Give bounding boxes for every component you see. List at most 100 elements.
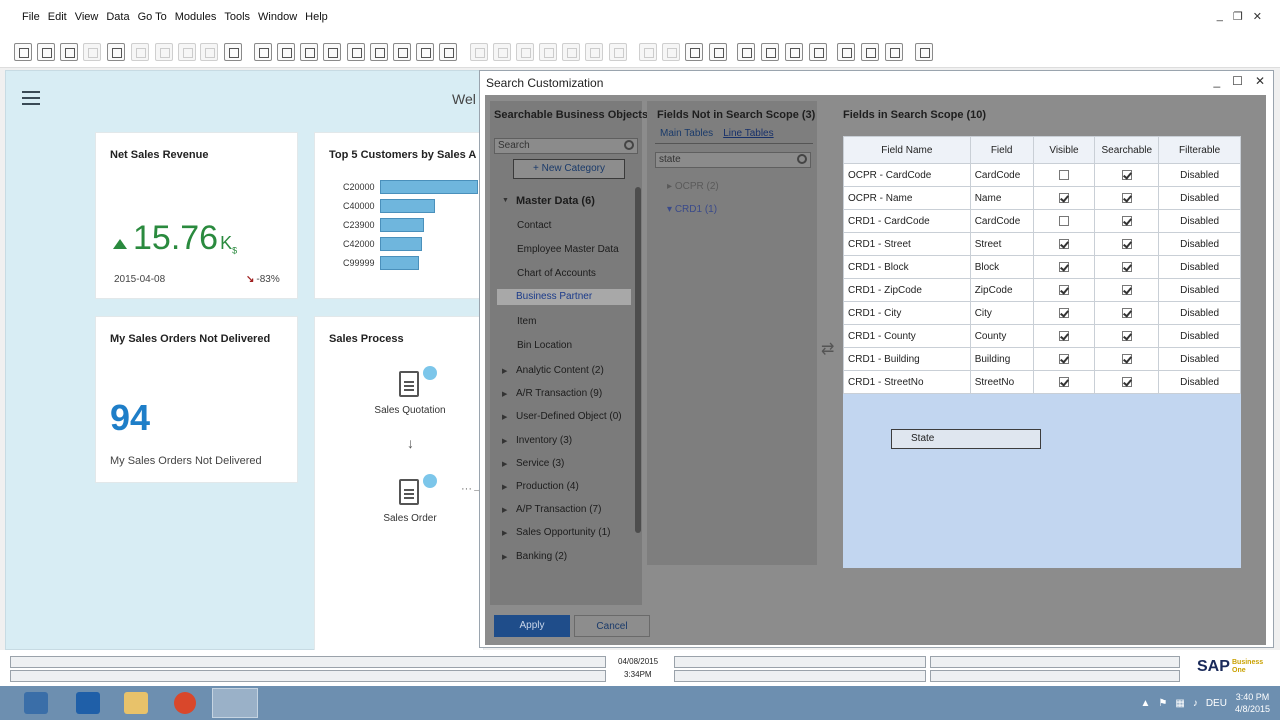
minimize-icon[interactable]: _: [1217, 10, 1223, 23]
msg-icon[interactable]: [785, 43, 803, 61]
customer-bar-row[interactable]: C20000: [343, 179, 478, 195]
col-field-name[interactable]: Field Name: [843, 136, 971, 164]
expand-right-icon[interactable]: ▶: [502, 437, 507, 445]
search-icon[interactable]: [624, 140, 634, 150]
tree-item-category[interactable]: Inventory (3): [516, 435, 572, 446]
expand-right-icon[interactable]: ▶: [502, 413, 507, 421]
net-sales-card[interactable]: Net Sales Revenue 15.76 K$ 2015-04-08 ↘ -…: [95, 132, 298, 299]
sales-order-icon[interactable]: [399, 479, 419, 505]
searchable-checkbox[interactable]: [1121, 353, 1132, 364]
customer-bar-row[interactable]: C99999: [343, 255, 420, 271]
searchable-checkbox[interactable]: [1121, 238, 1132, 249]
base-doc-icon[interactable]: [470, 43, 488, 61]
minimize-icon[interactable]: _: [1213, 74, 1220, 88]
searchable-checkbox[interactable]: [1121, 376, 1132, 387]
customer-bar[interactable]: [380, 237, 423, 251]
expand-right-icon[interactable]: ▶: [502, 529, 507, 537]
hamburger-menu-icon[interactable]: [22, 91, 40, 105]
customer-bar[interactable]: [380, 180, 478, 194]
visible-checkbox[interactable]: [1058, 192, 1069, 203]
close-icon[interactable]: ✕: [1253, 10, 1262, 23]
tree-item-item[interactable]: Item: [517, 316, 536, 327]
fields-search-input[interactable]: state: [655, 152, 811, 168]
paste-icon[interactable]: [662, 43, 680, 61]
last-record-icon[interactable]: [370, 43, 388, 61]
tree-item-category[interactable]: A/R Transaction (9): [516, 388, 602, 399]
searchable-checkbox[interactable]: [1121, 261, 1132, 272]
tree-item-bin-location[interactable]: Bin Location: [517, 340, 572, 351]
users-icon[interactable]: [761, 43, 779, 61]
find-icon[interactable]: [14, 43, 32, 61]
customer-bar[interactable]: [380, 218, 425, 232]
close-icon[interactable]: ✕: [1255, 74, 1265, 88]
target-doc-icon[interactable]: [493, 43, 511, 61]
expand-right-icon[interactable]: ▶: [502, 367, 507, 375]
tree-item-category[interactable]: Analytic Content (2): [516, 365, 604, 376]
word-icon[interactable]: [131, 43, 149, 61]
searchable-checkbox[interactable]: [1121, 330, 1132, 341]
calculator-icon[interactable]: [737, 43, 755, 61]
expand-right-icon[interactable]: ▶: [502, 483, 507, 491]
menu-item-file[interactable]: File: [18, 11, 44, 23]
network-icon[interactable]: [24, 692, 48, 714]
chrome-icon[interactable]: [174, 692, 196, 714]
col-searchable[interactable]: Searchable: [1094, 136, 1160, 164]
help-icon[interactable]: [915, 43, 933, 61]
tab-line-tables[interactable]: Line Tables: [723, 128, 773, 139]
table-row[interactable]: CRD1 - City City Disabled: [843, 301, 1241, 325]
tree-item-business-partner[interactable]: Business Partner: [497, 289, 631, 305]
tree-item-category[interactable]: Production (4): [516, 481, 579, 492]
tree-item-crd1[interactable]: ▾ CRD1 (1): [667, 204, 717, 215]
table-row[interactable]: CRD1 - Building Building Disabled: [843, 347, 1241, 371]
email-icon[interactable]: [60, 43, 78, 61]
expand-down-icon[interactable]: ▼: [502, 197, 509, 204]
folder-icon[interactable]: [124, 692, 148, 714]
table-row[interactable]: CRD1 - County County Disabled: [843, 324, 1241, 348]
col-visible[interactable]: Visible: [1032, 136, 1096, 164]
tree-item-category[interactable]: Banking (2): [516, 551, 567, 562]
searchable-checkbox[interactable]: [1121, 307, 1132, 318]
preview-icon[interactable]: [107, 43, 125, 61]
move-fields-icon[interactable]: ⇄: [821, 339, 834, 359]
tree-item-category[interactable]: User-Defined Object (0): [516, 411, 622, 422]
first-record-icon[interactable]: [300, 43, 318, 61]
new-category-button[interactable]: + New Category: [513, 159, 625, 179]
searchable-checkbox[interactable]: [1121, 169, 1132, 180]
expand-right-icon[interactable]: ▶: [502, 460, 507, 468]
tree-item-category[interactable]: Sales Opportunity (1): [516, 527, 611, 538]
excel-icon[interactable]: [83, 43, 101, 61]
visible-checkbox[interactable]: [1058, 284, 1069, 295]
table-row[interactable]: CRD1 - ZipCode ZipCode Disabled: [843, 278, 1241, 302]
col-filterable[interactable]: Filterable: [1158, 136, 1241, 164]
searchable-checkbox[interactable]: [1121, 284, 1132, 295]
gross-icon[interactable]: [562, 43, 580, 61]
orders-not-delivered-card[interactable]: My Sales Orders Not Delivered 94 My Sale…: [95, 316, 298, 483]
expand-right-icon[interactable]: ▶: [502, 506, 507, 514]
tray-arrow-icon[interactable]: ▲: [1141, 698, 1151, 709]
sales-quotation-icon[interactable]: [399, 371, 419, 397]
settings-icon[interactable]: [709, 43, 727, 61]
tree-item-ocpr[interactable]: ▸ OCPR (2): [667, 181, 719, 192]
visible-checkbox[interactable]: [1058, 261, 1069, 272]
table-row[interactable]: OCPR - CardCode CardCode Disabled: [843, 163, 1241, 187]
objects-search-input[interactable]: Search: [494, 138, 638, 154]
dim-icon[interactable]: [200, 43, 218, 61]
cancel-button[interactable]: Cancel: [574, 615, 650, 637]
visible-checkbox[interactable]: [1058, 238, 1069, 249]
filter-icon[interactable]: [277, 43, 295, 61]
pdf-icon[interactable]: [155, 43, 173, 61]
visible-checkbox[interactable]: [1058, 169, 1069, 180]
tree-item-chart-of-accounts[interactable]: Chart of Accounts: [517, 268, 596, 279]
tray-flag-icon[interactable]: ⚑: [1158, 698, 1167, 709]
maximize-icon[interactable]: ☐: [1232, 74, 1243, 88]
tree-item-category[interactable]: Service (3): [516, 458, 564, 469]
language-indicator[interactable]: DEU: [1206, 698, 1227, 709]
previous-icon[interactable]: [323, 43, 341, 61]
export-icon[interactable]: [837, 43, 855, 61]
menu-item-edit[interactable]: Edit: [44, 11, 71, 23]
menu-item-go-to[interactable]: Go To: [134, 11, 171, 23]
journal-icon[interactable]: [539, 43, 557, 61]
search-icon[interactable]: [797, 154, 807, 164]
menu-item-data[interactable]: Data: [102, 11, 133, 23]
user-def-icon[interactable]: [885, 43, 903, 61]
